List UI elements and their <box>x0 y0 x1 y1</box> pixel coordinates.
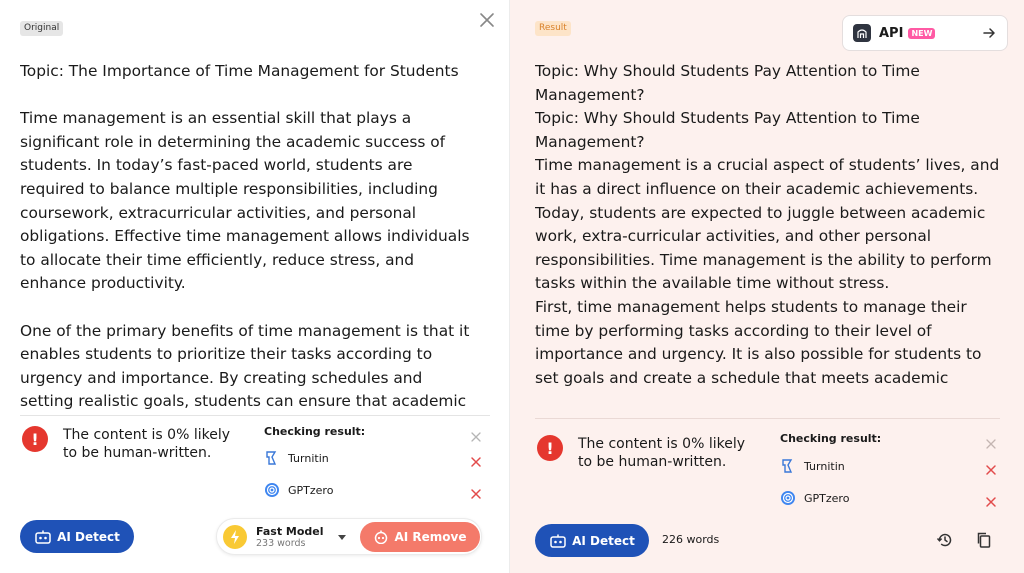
original-topic: Topic: The Importance of Time Management… <box>20 62 459 80</box>
api-button[interactable]: API NEW <box>842 15 1008 51</box>
api-label: API <box>879 25 904 41</box>
close-button[interactable] <box>478 11 496 29</box>
result-topic: Topic: Why Should Students Pay Attention… <box>535 62 920 104</box>
checker-label: GPTzero <box>288 483 334 497</box>
copy-icon <box>977 532 991 548</box>
detection-result: ! The content is 0% likely to be human-w… <box>537 435 787 471</box>
original-paragraph: One of the primary benefits of time mana… <box>20 321 470 411</box>
checker-label: Turnitin <box>288 451 329 465</box>
ai-detect-button[interactable]: AI Detect <box>20 520 134 553</box>
turnitin-icon <box>264 450 280 466</box>
word-count: 226 words <box>662 533 720 546</box>
robot-icon <box>550 534 566 548</box>
checker-label: GPTzero <box>804 491 850 505</box>
checker-row-gptzero: GPTzero <box>780 490 849 506</box>
result-pane: Result API NEW Topic: Why Should Student… <box>510 0 1024 573</box>
x-icon <box>470 453 482 467</box>
gptzero-icon <box>780 490 796 506</box>
x-icon <box>470 485 482 499</box>
ai-detect-button[interactable]: AI Detect <box>535 524 649 557</box>
ai-remove-button[interactable]: AI Remove <box>360 522 480 552</box>
detection-text: The content is 0% likely to be human-wri… <box>578 436 746 470</box>
x-icon <box>985 461 997 475</box>
result-paragraph: Time management is a crucial aspect of s… <box>535 156 1000 293</box>
detection-text: The content is 0% likely to be human-wri… <box>63 427 231 461</box>
model-selector[interactable]: Fast Model 233 words <box>223 523 346 551</box>
result-tag: Result <box>535 21 571 36</box>
divider <box>20 415 490 416</box>
turnitin-icon <box>780 458 796 474</box>
copy-button[interactable] <box>975 531 993 549</box>
history-button[interactable] <box>936 531 954 549</box>
result-topic: Topic: Why Should Students Pay Attention… <box>535 109 920 151</box>
x-icon <box>985 493 997 507</box>
checker-row-turnitin: Turnitin <box>264 450 329 466</box>
history-icon <box>936 533 952 547</box>
robot-icon <box>35 530 51 544</box>
result-paragraph: First, time management helps students to… <box>535 297 982 387</box>
bolt-icon <box>223 525 247 549</box>
divider <box>535 418 1000 419</box>
detection-result: ! The content is 0% likely to be human-w… <box>22 426 272 462</box>
chevron-down-icon <box>337 534 346 540</box>
warning-icon: ! <box>537 435 563 461</box>
gptzero-icon <box>264 482 280 498</box>
warning-icon: ! <box>22 426 48 452</box>
dismiss-icon[interactable] <box>470 428 482 442</box>
dismiss-icon[interactable] <box>985 435 997 449</box>
result-text-area[interactable]: Topic: Why Should Students Pay Attention… <box>535 60 1005 414</box>
ai-remove-label: AI Remove <box>394 530 467 544</box>
model-word-count: 233 words <box>256 537 306 549</box>
checker-row-gptzero: GPTzero <box>264 482 333 498</box>
checker-row-turnitin: Turnitin <box>780 458 845 474</box>
model-name: Fast Model <box>256 524 324 538</box>
ai-detect-label: AI Detect <box>572 533 635 548</box>
checker-label: Turnitin <box>804 459 845 473</box>
original-paragraph: Time management is an essential skill th… <box>20 109 470 293</box>
robot-icon <box>375 530 388 544</box>
checking-result-title: Checking result: <box>264 425 366 438</box>
checking-result-title: Checking result: <box>780 432 882 445</box>
ai-detect-label: AI Detect <box>57 529 120 544</box>
api-logo-icon <box>853 24 871 42</box>
original-text-area[interactable]: Topic: The Importance of Time Management… <box>20 60 480 412</box>
original-tag: Original <box>20 21 64 36</box>
close-icon <box>480 13 494 27</box>
arrow-right-icon <box>983 28 995 38</box>
model-panel: Fast Model 233 words AI Remove <box>216 518 482 555</box>
new-badge: NEW <box>908 27 936 39</box>
original-pane: Original Topic: The Importance of Time M… <box>0 0 510 573</box>
